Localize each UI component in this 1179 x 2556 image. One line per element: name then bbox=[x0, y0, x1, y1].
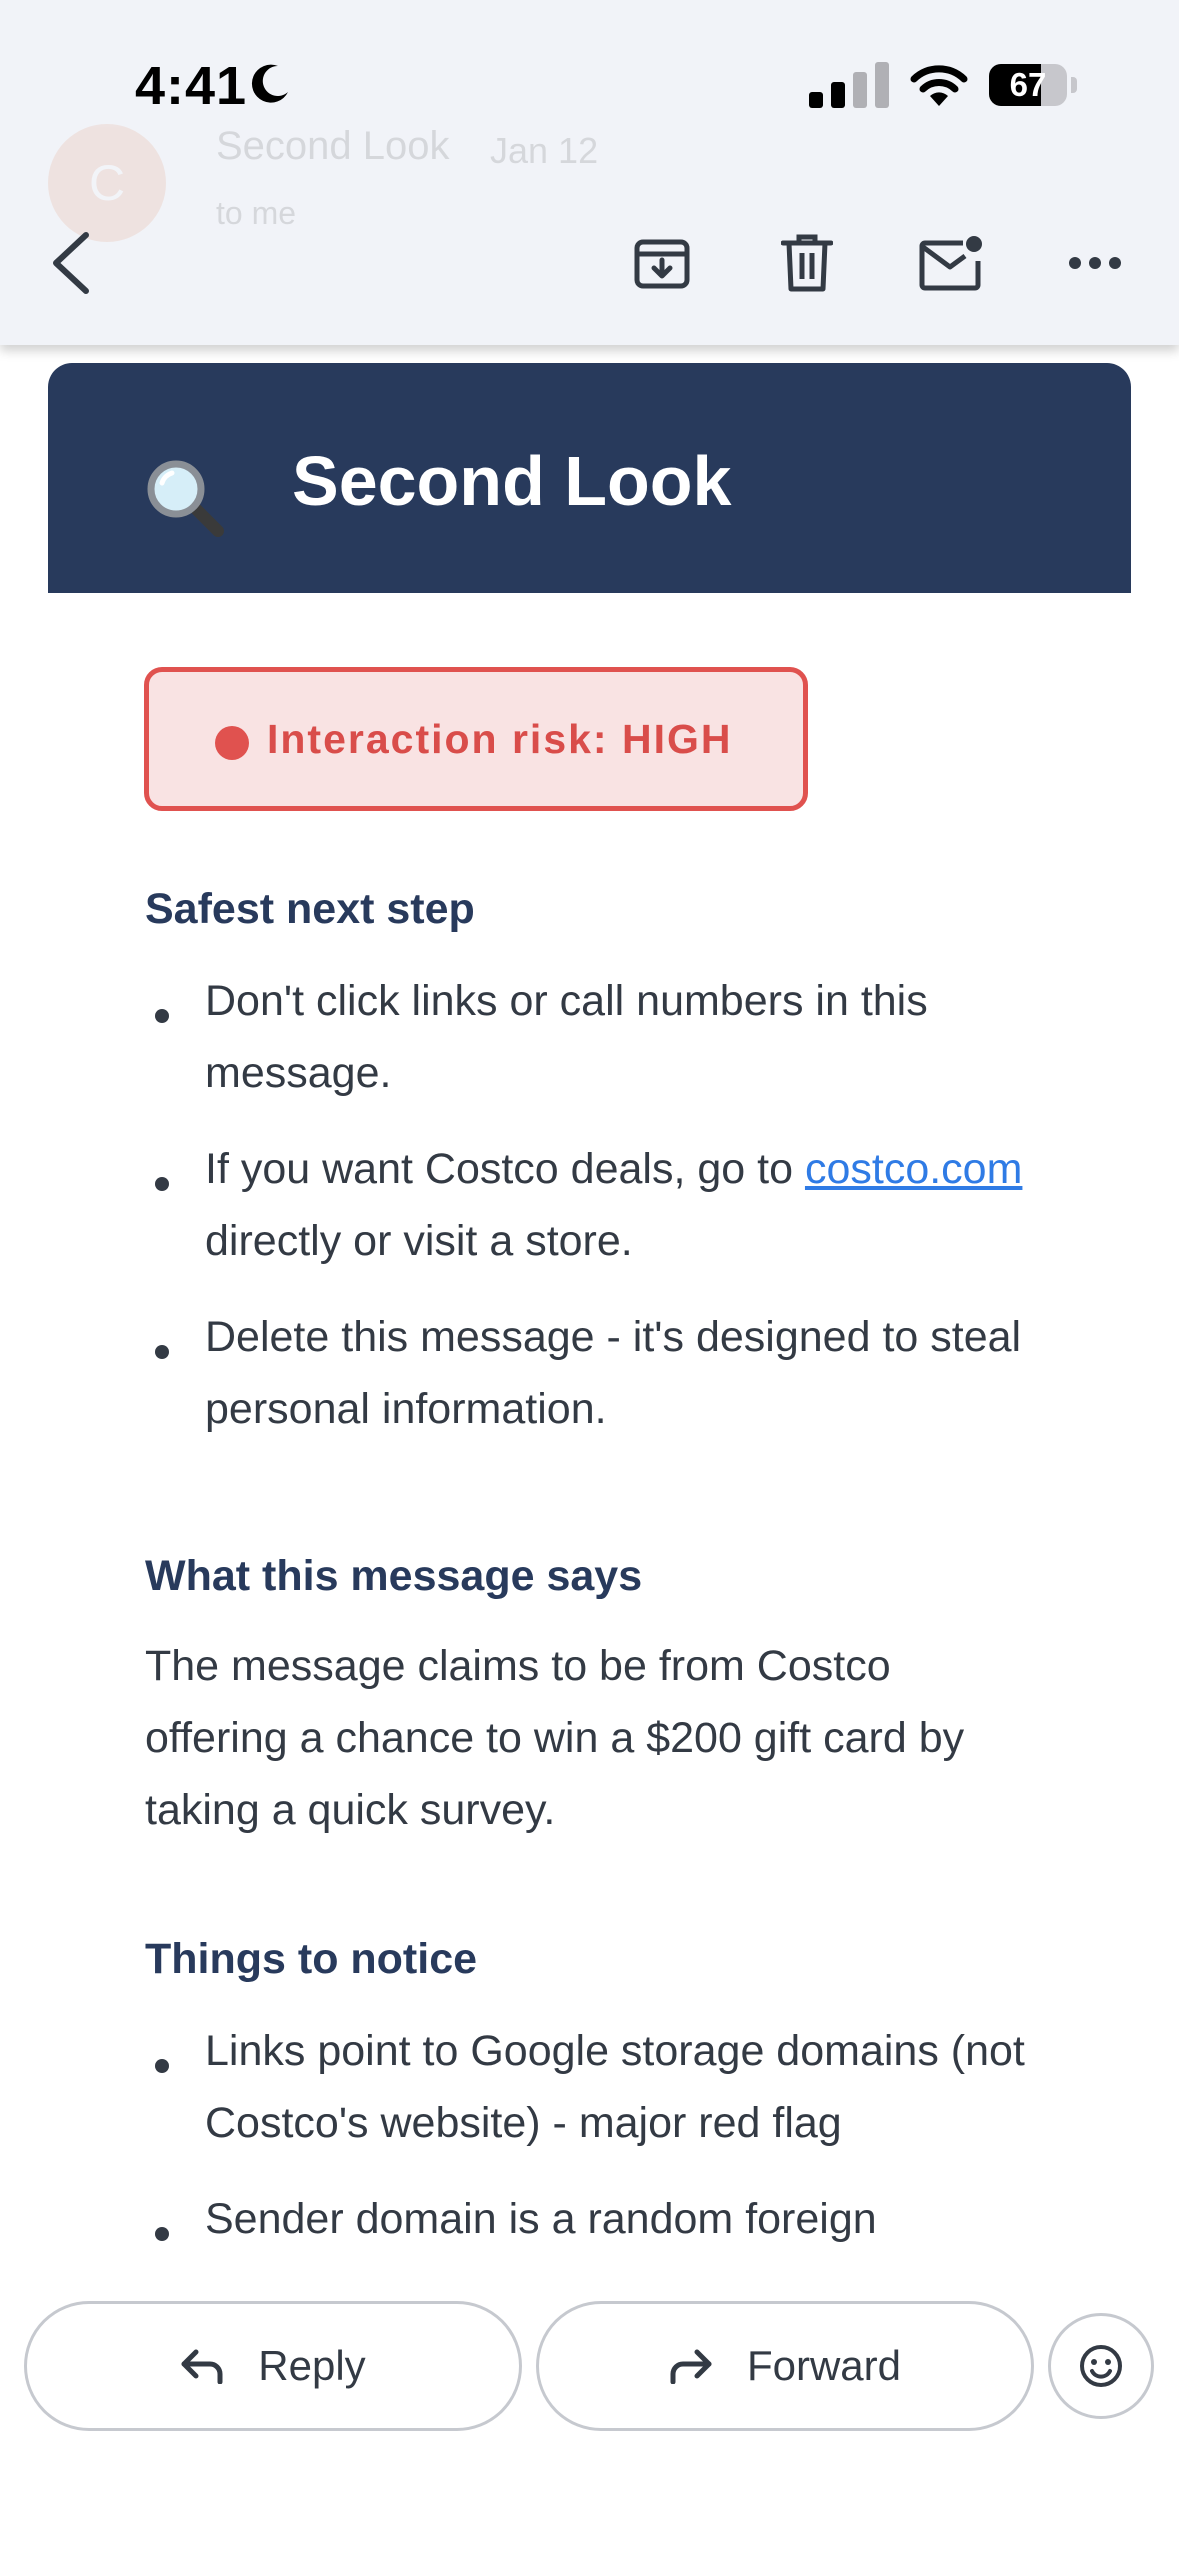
section-title-things-to-notice: Things to notice bbox=[145, 1935, 478, 1983]
battery-cap bbox=[1071, 77, 1077, 93]
bottom-action-bar: Reply Forward bbox=[0, 2256, 1179, 2556]
ghost-header-icons bbox=[799, 130, 1119, 190]
bullet-dot bbox=[155, 1345, 169, 1359]
forward-button[interactable]: Forward bbox=[536, 2301, 1034, 2431]
trash-icon bbox=[781, 234, 833, 292]
bullet-dot bbox=[155, 1009, 169, 1023]
forward-label: Forward bbox=[746, 2342, 902, 2389]
list-item: If you want Costco deals, go to costco.c… bbox=[205, 1133, 1075, 1277]
sender-name: Second Look bbox=[216, 124, 450, 168]
second-look-banner: Second Look bbox=[48, 363, 1131, 593]
moon-icon bbox=[251, 64, 288, 103]
risk-label: Interaction risk: HIGH bbox=[267, 716, 733, 762]
archive-icon bbox=[634, 239, 690, 289]
list-item-text: directly or visit a store. bbox=[205, 1217, 633, 1265]
smiley-icon bbox=[1080, 2345, 1122, 2387]
mail-unread-icon bbox=[919, 236, 982, 291]
delete-button[interactable] bbox=[772, 228, 842, 298]
more-horizontal-icon bbox=[1069, 257, 1121, 269]
bullet-dot bbox=[155, 2227, 169, 2241]
banner-title: Second Look bbox=[292, 442, 732, 520]
bullet-dot bbox=[155, 2059, 169, 2073]
forward-arrow-icon bbox=[670, 2349, 712, 2384]
list-item-text: If you want Costco deals, go to bbox=[205, 1145, 805, 1193]
recipient-label: to me bbox=[216, 195, 297, 231]
chevron-left-icon bbox=[53, 232, 89, 294]
archive-button[interactable] bbox=[627, 228, 697, 298]
risk-badge: Interaction risk: HIGH bbox=[144, 667, 808, 811]
message-summary: The message claims to be from Costco off… bbox=[145, 1642, 965, 1834]
wifi-icon bbox=[910, 65, 968, 106]
status-indicators: 67 bbox=[809, 62, 1079, 108]
collapsed-message-header: C Second Look Jan 12 to me bbox=[0, 100, 1179, 250]
emoji-reaction-button[interactable] bbox=[1048, 2313, 1154, 2419]
list-item: Sender domain is a random foreign bbox=[205, 2195, 877, 2243]
cellular-signal-icon bbox=[809, 62, 889, 108]
costco-link[interactable]: costco.com bbox=[805, 1145, 1022, 1193]
top-bar: C Second Look Jan 12 to me 4:41 67 bbox=[0, 0, 1179, 345]
reply-button[interactable]: Reply bbox=[24, 2301, 522, 2431]
bullet-dot bbox=[155, 1177, 169, 1191]
reply-arrow-icon bbox=[181, 2349, 223, 2384]
mark-unread-button[interactable] bbox=[916, 228, 986, 298]
more-options-button[interactable] bbox=[1060, 228, 1130, 298]
message-date: Jan 12 bbox=[490, 130, 599, 171]
list-item: Delete this message - it's designed to s… bbox=[205, 1313, 1022, 1433]
avatar: C bbox=[48, 124, 166, 242]
reply-label: Reply bbox=[258, 2342, 366, 2389]
list-item: Links point to Google storage domains (n… bbox=[205, 2027, 1025, 2147]
section-title-what-message-says: What this message says bbox=[145, 1552, 643, 1600]
status-time: 4:41 bbox=[135, 56, 248, 116]
magnifying-glass-icon bbox=[147, 460, 224, 537]
back-button[interactable] bbox=[36, 228, 106, 298]
battery-indicator: 67 bbox=[989, 64, 1067, 106]
list-item: Don't click links or call numbers in thi… bbox=[205, 977, 928, 1097]
section-title-safest-next-step: Safest next step bbox=[145, 885, 475, 933]
risk-dot-icon bbox=[215, 726, 249, 760]
